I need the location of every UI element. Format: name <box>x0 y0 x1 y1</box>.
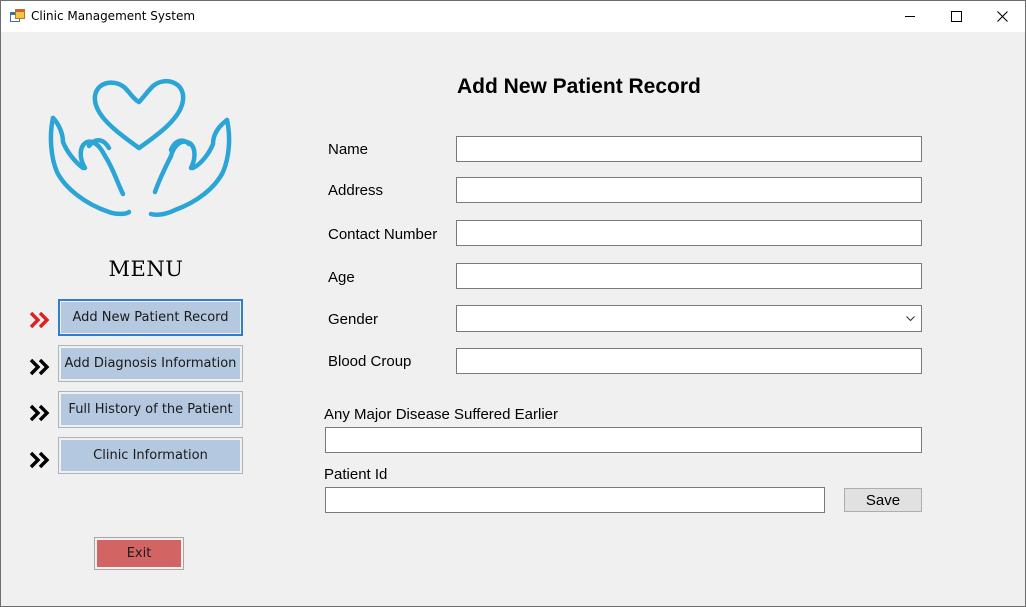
title-bar: Clinic Management System <box>1 1 1025 32</box>
active-chevron-icon <box>29 311 51 329</box>
app-window-icon <box>10 9 25 23</box>
menu-title: MENU <box>108 257 184 281</box>
hands-holding-heart-logo <box>45 76 233 224</box>
chevron-icon <box>29 358 51 376</box>
blood-group-field[interactable] <box>456 348 922 374</box>
minimize-button[interactable] <box>887 1 933 32</box>
close-button[interactable] <box>979 1 1025 32</box>
patient-id-field[interactable] <box>325 487 825 513</box>
name-label: Name <box>328 141 369 158</box>
menu-item-label: Full History of the Patient <box>61 394 240 425</box>
major-disease-label: Any Major Disease Suffered Earlier <box>324 406 558 423</box>
close-icon <box>996 11 1008 22</box>
age-field[interactable] <box>456 263 922 289</box>
menu-item-label: Add New Patient Record <box>61 302 240 333</box>
age-label: Age <box>328 269 355 286</box>
exit-button[interactable]: Exit <box>94 537 184 570</box>
main-window: Clinic Management System MENU Add New Pa… <box>0 0 1026 607</box>
menu-item-label: Add Diagnosis Information <box>61 348 240 379</box>
chevron-down-icon <box>906 315 915 321</box>
major-disease-field[interactable] <box>325 427 922 453</box>
gender-label: Gender <box>328 311 379 328</box>
contact-number-label: Contact Number <box>328 226 438 243</box>
menu-full-history-button[interactable]: Full History of the Patient <box>58 391 243 428</box>
menu-add-patient-record-button[interactable]: Add New Patient Record <box>58 299 243 336</box>
gender-dropdown[interactable] <box>456 305 922 332</box>
menu-add-diagnosis-button[interactable]: Add Diagnosis Information <box>58 345 243 382</box>
name-field[interactable] <box>456 136 922 162</box>
save-button[interactable]: Save <box>844 488 922 512</box>
address-field[interactable] <box>456 177 922 203</box>
contact-number-field[interactable] <box>456 220 922 246</box>
chevron-icon <box>29 404 51 422</box>
maximize-icon <box>950 11 962 22</box>
exit-label: Exit <box>97 540 181 567</box>
minimize-icon <box>905 16 915 17</box>
address-label: Address <box>328 182 384 199</box>
menu-item-label: Clinic Information <box>61 440 240 471</box>
maximize-button[interactable] <box>933 1 979 32</box>
patient-id-label: Patient Id <box>324 466 388 483</box>
blood-group-label: Blood Croup <box>328 353 412 370</box>
chevron-icon <box>29 451 51 469</box>
form-title: Add New Patient Record <box>457 75 701 98</box>
window-title: Clinic Management System <box>31 9 196 23</box>
menu-clinic-information-button[interactable]: Clinic Information <box>58 437 243 474</box>
